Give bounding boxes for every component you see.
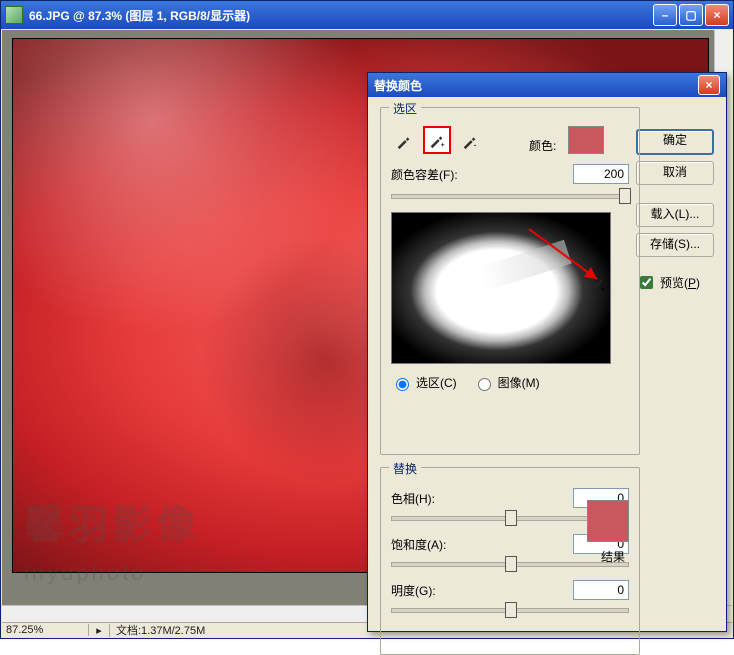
svg-text:+: + [441, 140, 445, 149]
eyedropper-row: + - 颜色: [391, 126, 629, 154]
saturation-label: 饱和度(A): [391, 536, 451, 553]
replace-group: 替换 色相(H): 饱和度(A): 明度(G): 结果 [380, 467, 640, 655]
preview-mode-radios: 选区(C) 图像(M) [391, 374, 629, 391]
dialog-side-buttons: 确定 取消 载入(L)... 存储(S)... 预览(P) [636, 129, 714, 292]
selection-legend: 选区 [389, 100, 421, 117]
cancel-button[interactable]: 取消 [636, 161, 714, 185]
replace-color-dialog: 替换颜色 × 确定 取消 载入(L)... 存储(S)... 预览(P) 选区 [367, 72, 727, 632]
preview-checkbox-label: 预览(P) [660, 274, 700, 291]
document-titlebar[interactable]: 66.JPG @ 87.3% (图层 1, RGB/8/显示器) – ▢ × [1, 1, 733, 29]
zoom-field[interactable]: 87.25% [2, 624, 89, 636]
dialog-titlebar[interactable]: 替换颜色 × [368, 73, 726, 97]
eyedropper-add-icon[interactable]: + [423, 126, 451, 154]
color-swatch[interactable] [568, 126, 604, 154]
lightness-label: 明度(G): [391, 582, 451, 599]
color-label: 颜色: [529, 137, 556, 154]
fuzziness-row: 颜色容差(F): [391, 164, 629, 184]
fuzziness-slider-thumb[interactable] [619, 188, 631, 204]
window-controls: – ▢ × [653, 4, 729, 26]
hue-label: 色相(H): [391, 490, 451, 507]
saturation-slider[interactable] [391, 554, 629, 572]
lightness-input[interactable] [573, 580, 629, 600]
ok-button[interactable]: 确定 [636, 129, 714, 155]
replace-legend: 替换 [389, 460, 421, 477]
document-info: 文档:1.37M/2.75M [110, 622, 211, 638]
document-title: 66.JPG @ 87.3% (图层 1, RGB/8/显示器) [29, 7, 653, 24]
eyedropper-cursor-icon: + [587, 273, 607, 293]
preview-checkbox-input[interactable] [640, 276, 653, 289]
fuzziness-slider[interactable] [391, 186, 629, 204]
dialog-close-button[interactable]: × [698, 75, 720, 95]
preview-checkbox[interactable]: 预览(P) [636, 273, 714, 292]
eyedropper-icon[interactable] [391, 128, 417, 154]
selection-group: 选区 + - 颜色: 颜色容差(F): [380, 107, 640, 455]
lightness-slider[interactable] [391, 600, 629, 618]
status-picker-icon[interactable]: ▸ [89, 624, 110, 637]
eyedropper-subtract-icon[interactable]: - [457, 128, 483, 154]
lightness-slider-thumb[interactable] [505, 602, 517, 618]
saturation-slider-thumb[interactable] [505, 556, 517, 572]
result-label: 结果 [601, 548, 625, 565]
dialog-title: 替换颜色 [374, 77, 698, 94]
result-swatch[interactable] [587, 500, 629, 542]
watermark-sub: inyuphoto [24, 560, 146, 586]
dialog-body: 确定 取消 载入(L)... 存储(S)... 预览(P) 选区 + - [368, 97, 726, 631]
radio-image[interactable]: 图像(M) [473, 374, 540, 391]
selection-preview[interactable]: + [391, 212, 611, 364]
hue-slider-thumb[interactable] [505, 510, 517, 526]
maximize-button[interactable]: ▢ [679, 4, 703, 26]
document-icon [5, 6, 23, 24]
watermark-main: 馨羽影像 [24, 492, 200, 550]
svg-text:-: - [474, 140, 477, 150]
minimize-button[interactable]: – [653, 4, 677, 26]
svg-text:+: + [600, 284, 605, 293]
load-button[interactable]: 载入(L)... [636, 203, 714, 227]
radio-selection[interactable]: 选区(C) [391, 374, 457, 391]
close-button[interactable]: × [705, 4, 729, 26]
save-button[interactable]: 存储(S)... [636, 233, 714, 257]
fuzziness-label: 颜色容差(F): [391, 166, 458, 183]
fuzziness-input[interactable] [573, 164, 629, 184]
